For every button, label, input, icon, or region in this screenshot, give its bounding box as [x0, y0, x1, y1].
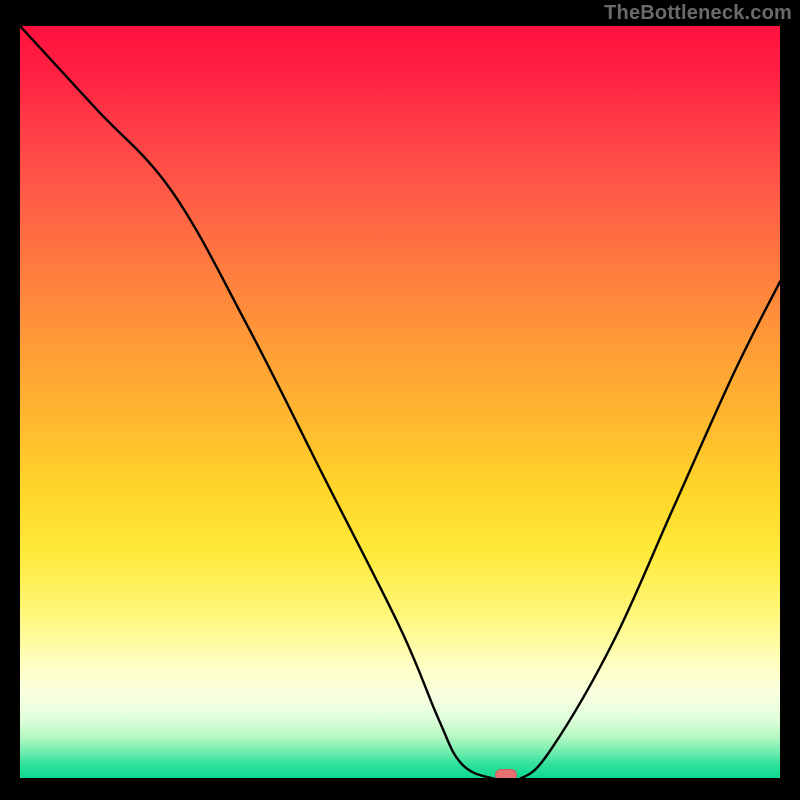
bottleneck-curve [20, 26, 780, 778]
plot-area [20, 26, 780, 778]
optimal-point-marker [495, 769, 517, 778]
chart-frame: TheBottleneck.com [0, 0, 800, 800]
watermark-text: TheBottleneck.com [604, 2, 792, 25]
